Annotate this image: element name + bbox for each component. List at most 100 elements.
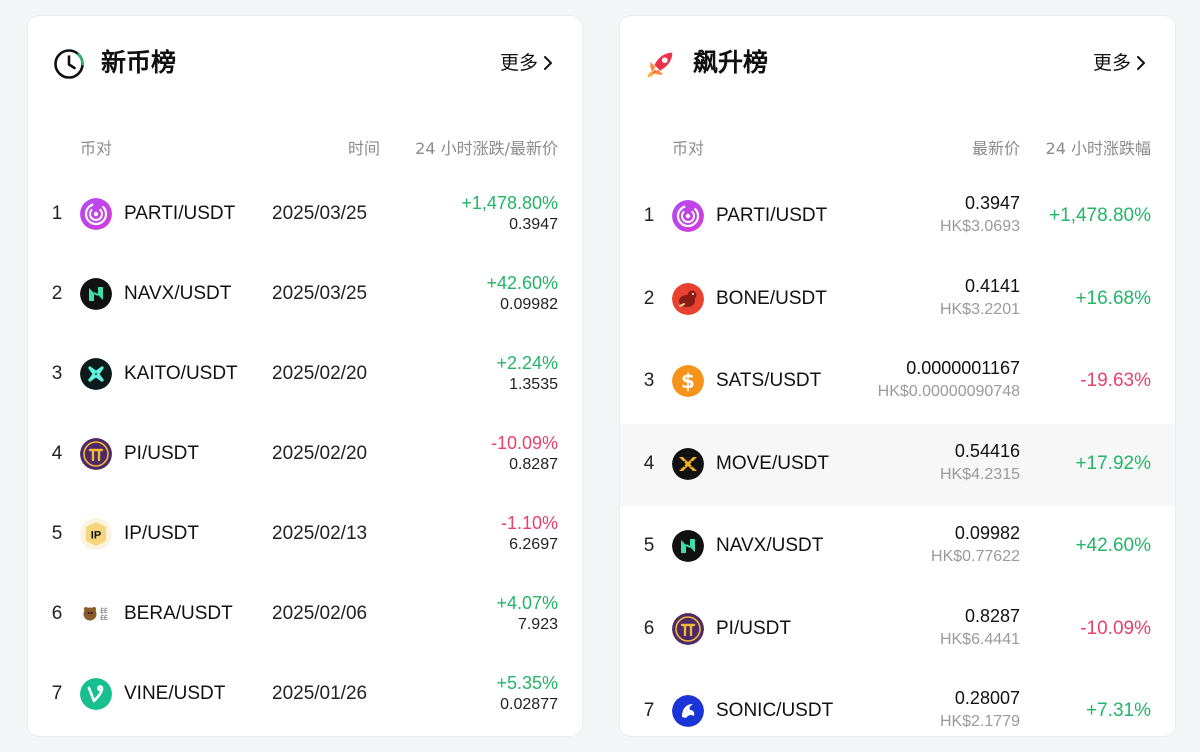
- listing-date: 2025/02/20: [272, 363, 368, 384]
- pair-name[interactable]: SONIC/USDT: [716, 699, 833, 723]
- column-header-change-price[interactable]: 24 小时涨跌/最新价: [415, 138, 558, 160]
- last-price: 6.2697: [509, 536, 558, 553]
- table-row[interactable]: 6 ÈÈ ÈÈ BERA/USDT 2025/02/06 +4.07% 7.923: [28, 574, 582, 654]
- row-rank: 7: [51, 683, 63, 704]
- pair-name[interactable]: KAITO/USDT: [124, 362, 238, 386]
- listing-date: 2025/01/26: [272, 683, 368, 704]
- row-rank: 4: [643, 452, 655, 474]
- pair-name[interactable]: PARTI/USDT: [124, 202, 235, 226]
- table-row[interactable]: 3 KAITO/USDT 2025/02/20 +2.24% 1.3535: [28, 334, 582, 414]
- pair-name[interactable]: PI/USDT: [716, 617, 791, 641]
- pair-name[interactable]: SATS/USDT: [716, 369, 821, 393]
- top-gainers-more-link[interactable]: 更多: [1093, 50, 1147, 76]
- sonic-coin-icon: [672, 695, 704, 727]
- row-rank: 6: [51, 603, 63, 624]
- chevron-right-icon: [1137, 56, 1145, 70]
- pair-name[interactable]: MOVE/USDT: [716, 452, 829, 476]
- column-header-pair: 币对: [672, 139, 705, 158]
- change-percent: -10.09%: [1080, 617, 1151, 639]
- svg-text:ÈÈ: ÈÈ: [100, 614, 108, 622]
- pair-name[interactable]: PARTI/USDT: [716, 204, 827, 228]
- change-percent: +7.31%: [1086, 700, 1151, 721]
- change-percent: +4.07%: [496, 593, 558, 613]
- change-percent: -10.09%: [490, 433, 558, 453]
- last-price: 0.02877: [500, 696, 558, 713]
- pair-name[interactable]: NAVX/USDT: [716, 534, 823, 558]
- pair-name[interactable]: BONE/USDT: [716, 287, 827, 311]
- parti-coin-icon: [80, 198, 112, 230]
- listing-date: 2025/02/06: [272, 603, 368, 624]
- row-rank: 4: [51, 443, 63, 464]
- new-listings-more-link[interactable]: 更多: [500, 50, 554, 76]
- ip-coin-icon: IP: [80, 518, 112, 550]
- bone-coin-icon: [672, 282, 704, 315]
- listing-date: 2025/03/25: [272, 283, 368, 304]
- change-percent: +17.92%: [1075, 452, 1151, 474]
- column-header-change[interactable]: 24 小时涨跌幅: [1046, 138, 1151, 160]
- change-percent: -19.63%: [1080, 370, 1151, 391]
- parti-coin-icon: [672, 200, 704, 232]
- change-percent: +42.60%: [1075, 535, 1151, 556]
- sats-coin-icon: $: [672, 365, 704, 397]
- last-price: 0.0000001167: [906, 358, 1020, 378]
- change-percent: +5.35%: [496, 673, 558, 693]
- table-row[interactable]: 7 SONIC/USDT 0.28007 HK$2.1779 +7.31%: [620, 671, 1175, 736]
- table-row[interactable]: 1 PARTI/USDT 0.3947 HK$3.0693 +1,478.80%: [620, 176, 1175, 258]
- change-percent: -1.10%: [500, 513, 558, 533]
- column-header-time: 时间: [348, 139, 381, 158]
- listing-date: 2025/03/25: [272, 203, 368, 224]
- row-rank: 3: [51, 363, 63, 384]
- table-row[interactable]: 7 VINE/USDT 2025/01/26 +5.35% 0.02877: [28, 654, 582, 734]
- table-row[interactable]: 2 BONE/USDT 0.4141 HK$3.2201 +16.68%: [620, 259, 1175, 341]
- change-percent: +1,478.80%: [1049, 205, 1151, 226]
- table-row[interactable]: 5 IP IP/USDT 2025/02/13 -1.10% 6.2697: [28, 494, 582, 574]
- row-rank: 6: [643, 617, 655, 639]
- top-gainers-header: 飙升榜 更多: [620, 16, 1175, 108]
- chevron-right-icon: [544, 56, 552, 70]
- change-percent: +2.24%: [496, 353, 558, 373]
- last-price: 0.09982: [500, 296, 558, 313]
- last-price-hkd: HK$4.2315: [939, 465, 1020, 483]
- navx-coin-icon: [80, 278, 112, 310]
- row-rank: 5: [643, 535, 655, 556]
- listing-date: 2025/02/20: [272, 443, 368, 464]
- new-listings-card: 新币榜 更多 币对 时间 24 小时涨跌/最新价 1 PARTI/USDT 2025…: [27, 15, 583, 737]
- row-rank: 1: [643, 205, 655, 226]
- change-percent: +42.60%: [486, 273, 558, 293]
- row-rank: 7: [643, 700, 655, 721]
- last-price-hkd: HK$3.2201: [939, 300, 1020, 318]
- clock-icon: [52, 47, 86, 81]
- rocket-icon: [644, 47, 678, 81]
- pair-name[interactable]: PI/USDT: [124, 442, 199, 466]
- table-row[interactable]: 2 NAVX/USDT 2025/03/25 +42.60% 0.09982: [28, 254, 582, 334]
- change-percent: +1,478.80%: [461, 193, 558, 213]
- table-row[interactable]: 5 NAVX/USDT 0.09982 HK$0.77622 +42.60%: [620, 506, 1175, 588]
- table-row[interactable]: 3 $ SATS/USDT 0.0000001167 HK$0.00000090748 -…: [620, 341, 1175, 423]
- pair-name[interactable]: VINE/USDT: [124, 682, 225, 706]
- kaito-coin-icon: [80, 358, 112, 390]
- last-price: 0.8287: [964, 605, 1020, 626]
- pair-name[interactable]: BERA/USDT: [124, 602, 233, 626]
- new-listings-header: 新币榜 更多: [28, 16, 582, 108]
- last-price-hkd: HK$0.77622: [931, 548, 1020, 565]
- listing-date: 2025/02/13: [272, 523, 368, 544]
- column-header-pair: 币对: [80, 139, 113, 158]
- pair-name[interactable]: IP/USDT: [124, 522, 199, 546]
- change-percent: +16.68%: [1075, 287, 1151, 309]
- last-price: 7.923: [517, 616, 558, 633]
- bera-coin-icon: ÈÈ ÈÈ: [80, 598, 112, 630]
- more-label: 更多: [1092, 52, 1131, 74]
- last-price-hkd: HK$2.1779: [939, 713, 1020, 730]
- pair-name[interactable]: NAVX/USDT: [124, 282, 231, 306]
- last-price: 1.3535: [509, 376, 558, 393]
- table-row[interactable]: 4 MOVE/USDT 0.54416 HK$4.2315 +17.92%: [620, 423, 1175, 506]
- table-row[interactable]: 4 PI/USDT 2025/02/20 -10.09% 0.8287: [28, 414, 582, 494]
- column-header-price[interactable]: 最新价: [972, 138, 1020, 160]
- table-row[interactable]: 6 PI/USDT 0.8287 HK$6.4441 -10.09%: [620, 589, 1175, 671]
- row-rank: 2: [643, 287, 655, 309]
- row-rank: 1: [51, 203, 63, 224]
- move-coin-icon: [672, 447, 704, 480]
- table-row[interactable]: 1 PARTI/USDT 2025/03/25 +1,478.80% 0.3947: [28, 174, 582, 254]
- pi-coin-icon: [80, 438, 112, 470]
- vine-coin-icon: [80, 678, 112, 710]
